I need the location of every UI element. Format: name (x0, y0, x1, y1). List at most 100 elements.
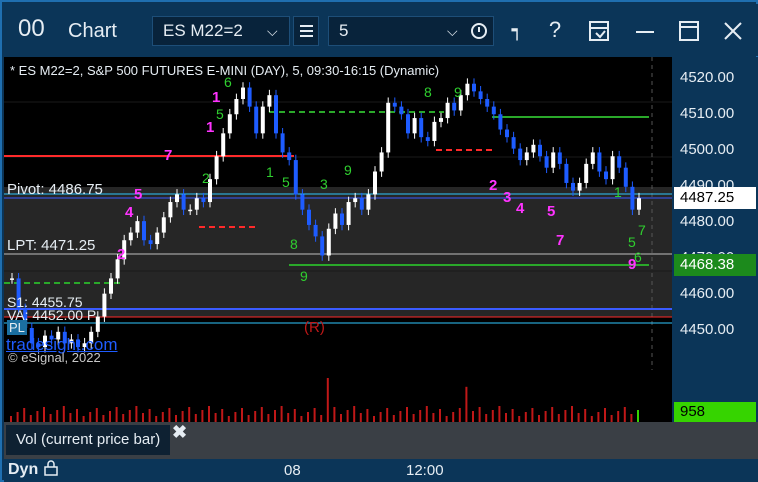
candle-body (419, 118, 424, 138)
candle-body (551, 152, 556, 168)
menu-icon[interactable] (293, 16, 319, 46)
count-label: 7 (638, 222, 646, 238)
candle-body (214, 156, 219, 180)
volume-bar (610, 415, 613, 422)
volume-bar (637, 410, 639, 422)
candle-body (445, 102, 450, 119)
y-tick-label: 4480.00 (680, 213, 735, 230)
volume-value-box: 958 (674, 402, 756, 422)
candle-body (472, 83, 476, 92)
y-tick-label: 4500.00 (680, 141, 735, 158)
volume-bar (293, 409, 296, 422)
candle-body (247, 87, 252, 107)
volume-bar (346, 410, 349, 422)
candle-body (491, 106, 496, 115)
candle-body (485, 98, 490, 107)
candle-body (280, 133, 285, 153)
chart-header: * ES M22=2, S&P 500 FUTURES E-MINI (DAY)… (10, 63, 440, 78)
volume-bar (623, 407, 626, 422)
y-tick-label: 4510.00 (680, 105, 735, 122)
current-price-box: 4487.25 (674, 187, 756, 209)
volume-bar (122, 414, 125, 422)
volume-bar (254, 411, 257, 422)
candle-body (623, 167, 628, 187)
chevron-down-icon: ⌵ (447, 23, 458, 39)
candle-body (617, 156, 622, 168)
volume-bar (333, 407, 336, 422)
volume-bar (386, 408, 389, 422)
template-icon[interactable] (584, 16, 614, 50)
candle-body (498, 114, 503, 130)
count-label: 4 (125, 204, 134, 221)
candle-body (432, 121, 437, 141)
price-chart[interactable]: 7 1 1 5 4 2 2 3 4 5 7 9 6 5 2 1 5 8 9 3 … (4, 57, 672, 370)
clock-icon[interactable] (471, 23, 487, 39)
candle-body (379, 152, 384, 172)
volume-legend-pane: Vol (current price bar) ✖ (4, 422, 758, 459)
candle-body (353, 198, 358, 203)
candle-body (194, 198, 199, 210)
candle-body (181, 194, 186, 210)
candle-body (313, 224, 318, 237)
volume-bar (109, 411, 111, 422)
close-icon[interactable] (718, 16, 748, 49)
volume-bar (16, 412, 19, 422)
minimize-icon[interactable] (630, 16, 660, 49)
volume-bar (161, 412, 164, 422)
maximize-icon[interactable] (674, 16, 704, 49)
volume-bar (326, 378, 329, 422)
volume-bar (260, 407, 263, 422)
volume-bar (76, 409, 78, 422)
pin-icon[interactable]: ┑ (502, 16, 532, 44)
volume-bar (23, 408, 26, 422)
candle-body (392, 102, 397, 107)
volume-bar (399, 411, 402, 422)
volume-bar (564, 410, 567, 422)
dyn-label[interactable]: Dyn (8, 460, 59, 479)
volume-bar (392, 415, 395, 422)
candle-body (148, 240, 153, 245)
volume-bar (148, 409, 151, 422)
volume-bar (412, 414, 415, 422)
time-axis[interactable]: Dyn 08 12:00 (4, 459, 758, 482)
volume-axis: 958 (672, 370, 758, 422)
count-label: 1 (206, 119, 214, 136)
candle-body (412, 118, 417, 134)
candle-body (155, 232, 160, 245)
volume-bar (379, 412, 382, 422)
candle-body (254, 106, 259, 134)
price-pane[interactable]: 7 1 1 5 4 2 2 3 4 5 7 9 6 5 2 1 5 8 9 3 … (4, 57, 672, 370)
candle-body (241, 87, 245, 99)
volume-bar (465, 386, 468, 422)
volume-bar (274, 410, 276, 422)
count-label: 2 (202, 170, 210, 186)
candle-body (590, 152, 595, 164)
volume-bar (419, 410, 422, 422)
candle-body (274, 95, 278, 134)
chevron-down-icon: ⌵ (267, 23, 278, 39)
candle-body (584, 163, 589, 183)
help-icon[interactable]: ? (540, 16, 570, 44)
interval-combo[interactable]: 5 ⌵ (328, 16, 494, 46)
candle-body (326, 228, 331, 256)
candle-body (610, 156, 615, 180)
volume-pane[interactable] (4, 370, 672, 422)
candle-body (267, 95, 272, 107)
y-tick-label: 4450.00 (680, 321, 735, 338)
close-legend-icon[interactable]: ✖ (172, 422, 187, 443)
symbol-combo[interactable]: ES M22=2 ⌵ (152, 16, 290, 46)
candle-body (128, 232, 133, 241)
volume-bar (313, 408, 316, 422)
price-axis[interactable]: 4520.004510.004500.004490.004480.004470.… (672, 57, 758, 370)
volume-bar (366, 409, 369, 422)
volume-bar (267, 414, 270, 422)
volume-bar (406, 407, 408, 422)
candle-body (577, 182, 582, 191)
count-label: 1 (614, 184, 622, 200)
volume-bar (168, 408, 171, 422)
volume-legend[interactable]: Vol (current price bar) (6, 425, 171, 455)
candle-body (359, 198, 364, 210)
candle-body (452, 102, 457, 111)
candle-body (531, 144, 536, 153)
candle-body (630, 186, 635, 210)
